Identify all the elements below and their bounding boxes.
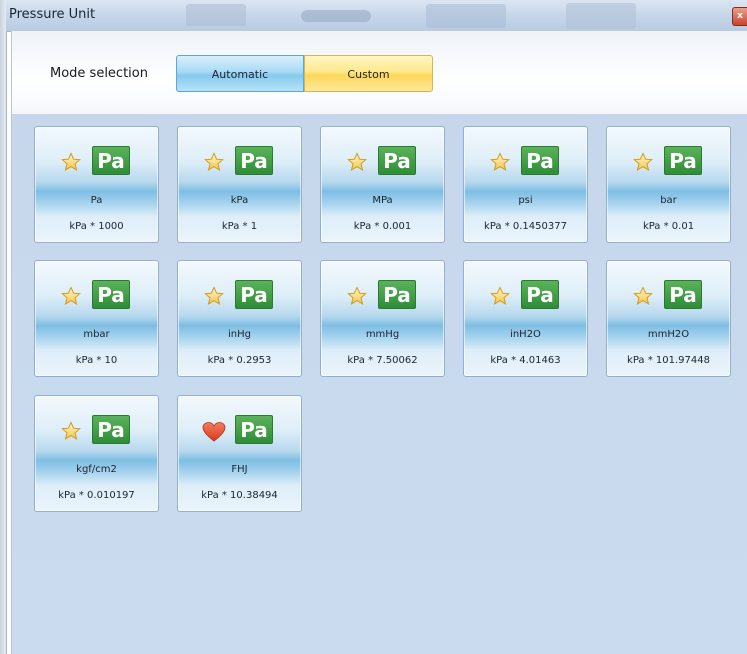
tile-icon-row: Pa xyxy=(35,280,158,310)
tile-icon-row: Pa xyxy=(607,280,730,310)
mode-selection-bar: Mode selection Automatic Custom xyxy=(11,31,747,115)
pa-unit-icon: Pa xyxy=(235,415,273,444)
star-icon[interactable] xyxy=(347,152,367,172)
unit-name: inHg xyxy=(228,329,251,340)
unit-name: mmH2O xyxy=(647,329,690,340)
unit-conversion-formula: kPa * 1000 xyxy=(69,221,124,232)
tile-icon-row: Pa xyxy=(178,415,301,445)
unit-name: inH2O xyxy=(510,329,541,340)
pa-unit-icon: Pa xyxy=(235,146,273,175)
pa-unit-icon: Pa xyxy=(378,146,416,175)
unit-tile-psi[interactable]: Pa psi kPa * 0.1450377 xyxy=(463,126,588,243)
unit-tile-fhj[interactable]: Pa FHJ kPa * 10.38494 xyxy=(177,395,302,512)
pa-unit-icon: Pa xyxy=(664,280,702,309)
pressure-unit-window: Pressure Unit x Mode selection Automatic… xyxy=(0,0,747,654)
unit-name: MPa xyxy=(372,195,393,206)
star-icon[interactable] xyxy=(633,286,653,306)
heart-icon[interactable] xyxy=(202,421,226,443)
automatic-mode-button[interactable]: Automatic xyxy=(176,55,304,92)
close-icon: x xyxy=(737,11,743,21)
star-icon[interactable] xyxy=(204,152,224,172)
unit-tile-inhg[interactable]: Pa inHg kPa * 0.2953 xyxy=(177,260,302,377)
unit-tile-mbar[interactable]: Pa mbar kPa * 10 xyxy=(34,260,159,377)
tile-icon-row: Pa xyxy=(178,280,301,310)
star-icon[interactable] xyxy=(633,152,653,172)
pa-unit-icon: Pa xyxy=(521,280,559,309)
unit-tile-mmhg[interactable]: Pa mmHg kPa * 7.50062 xyxy=(320,260,445,377)
pa-unit-icon: Pa xyxy=(378,280,416,309)
unit-conversion-formula: kPa * 1 xyxy=(221,221,258,232)
tile-icon-row: Pa xyxy=(321,280,444,310)
unit-tile-inh2o[interactable]: Pa inH2O kPa * 4.01463 xyxy=(463,260,588,377)
close-button[interactable]: x xyxy=(732,7,747,26)
unit-name: kPa xyxy=(230,195,249,206)
window-title: Pressure Unit xyxy=(9,7,96,22)
unit-name: bar xyxy=(660,195,677,206)
unit-tile-kgf-cm2[interactable]: Pa kgf/cm2 kPa * 0.010197 xyxy=(34,395,159,512)
pa-unit-icon: Pa xyxy=(92,415,130,444)
star-icon[interactable] xyxy=(490,152,510,172)
unit-name: FHJ xyxy=(231,464,248,475)
pa-unit-icon: Pa xyxy=(235,280,273,309)
unit-name: mbar xyxy=(83,329,110,340)
unit-name: psi xyxy=(518,195,533,206)
tile-icon-row: Pa xyxy=(35,415,158,445)
unit-conversion-formula: kPa * 0.001 xyxy=(353,221,412,232)
tile-icon-row: Pa xyxy=(464,280,587,310)
star-icon[interactable] xyxy=(347,286,367,306)
pa-unit-icon: Pa xyxy=(92,280,130,309)
star-icon[interactable] xyxy=(61,286,81,306)
unit-name: Pa xyxy=(90,195,103,206)
window-left-edge xyxy=(0,0,7,654)
unit-conversion-formula: kPa * 0.1450377 xyxy=(484,221,567,232)
unit-tile-kpa[interactable]: Pa kPa kPa * 1 xyxy=(177,126,302,243)
unit-name: mmHg xyxy=(365,329,400,340)
unit-tile-pa[interactable]: Pa Pa kPa * 1000 xyxy=(34,126,159,243)
mode-selection-label: Mode selection xyxy=(50,66,148,81)
star-icon[interactable] xyxy=(61,421,81,441)
unit-tile-mpa[interactable]: Pa MPa kPa * 0.001 xyxy=(320,126,445,243)
unit-tile-bar[interactable]: Pa bar kPa * 0.01 xyxy=(606,126,731,243)
unit-conversion-formula: kPa * 0.01 xyxy=(642,221,695,232)
pa-unit-icon: Pa xyxy=(521,146,559,175)
unit-tile-mmh2o[interactable]: Pa mmH2O kPa * 101.97448 xyxy=(606,260,731,377)
unit-conversion-formula: kPa * 7.50062 xyxy=(347,355,418,366)
star-icon[interactable] xyxy=(204,286,224,306)
pa-unit-icon: Pa xyxy=(664,146,702,175)
unit-conversion-formula: kPa * 10 xyxy=(75,355,118,366)
unit-conversion-formula: kPa * 0.010197 xyxy=(58,490,135,501)
custom-mode-button[interactable]: Custom xyxy=(304,55,433,92)
tile-icon-row: Pa xyxy=(178,146,301,176)
unit-conversion-formula: kPa * 0.2953 xyxy=(207,355,272,366)
title-bar[interactable]: Pressure Unit x xyxy=(6,0,747,32)
pa-unit-icon: Pa xyxy=(92,146,130,175)
unit-conversion-formula: kPa * 101.97448 xyxy=(627,355,710,366)
unit-name: kgf/cm2 xyxy=(76,464,117,475)
tile-icon-row: Pa xyxy=(464,146,587,176)
tile-icon-row: Pa xyxy=(607,146,730,176)
tile-icon-row: Pa xyxy=(321,146,444,176)
star-icon[interactable] xyxy=(490,286,510,306)
star-icon[interactable] xyxy=(61,152,81,172)
unit-conversion-formula: kPa * 4.01463 xyxy=(490,355,561,366)
tile-icon-row: Pa xyxy=(35,146,158,176)
unit-tile-grid: Pa Pa kPa * 1000 Pa kPa kPa * 1 Pa MPa kPa * 0.0… xyxy=(11,114,747,654)
unit-conversion-formula: kPa * 10.38494 xyxy=(201,490,278,501)
